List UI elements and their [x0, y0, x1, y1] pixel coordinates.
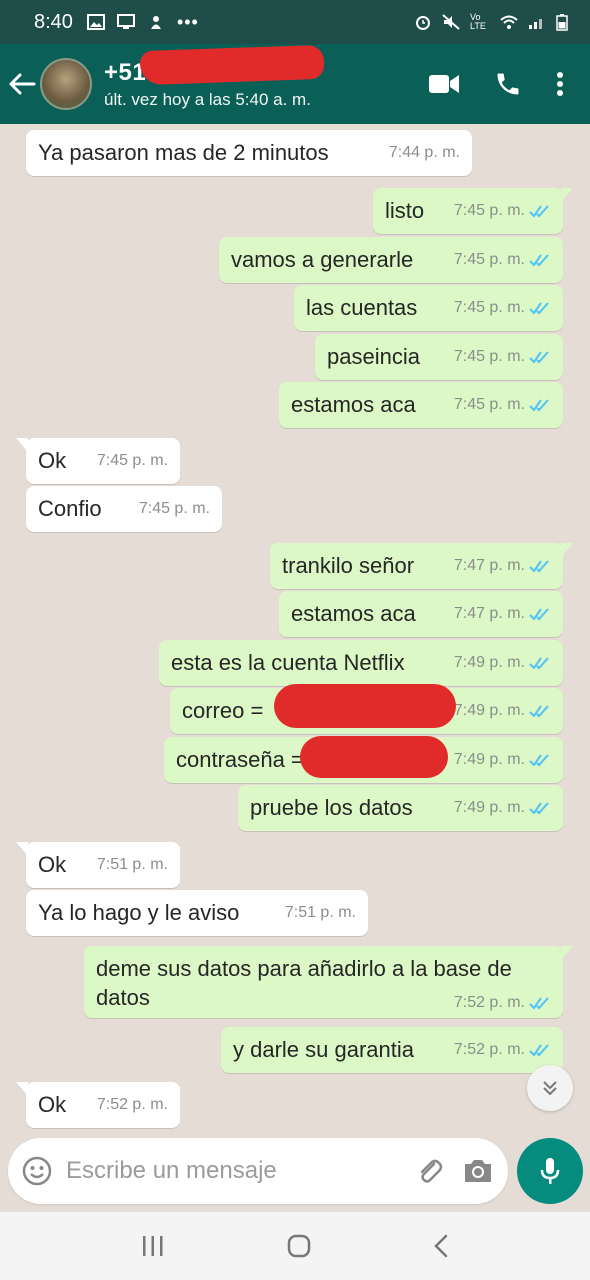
message-bubble-out[interactable]: esta es la cuenta Netflix 7:49 p. m.	[159, 640, 563, 686]
double-check-icon	[529, 705, 549, 718]
camera-button[interactable]	[462, 1157, 494, 1185]
message-bubble-out[interactable]: pruebe los datos 7:49 p. m.	[238, 785, 563, 831]
double-check-icon	[529, 205, 549, 218]
scroll-to-bottom-button[interactable]	[527, 1065, 573, 1111]
alarm-icon	[416, 16, 430, 30]
message-bubble-in[interactable]: Confio 7:45 p. m.	[26, 486, 222, 532]
message-bubble-out[interactable]: las cuentas 7:45 p. m.	[294, 285, 563, 331]
attach-button[interactable]	[414, 1156, 444, 1186]
double-check-icon	[529, 560, 549, 573]
redaction-mark	[300, 736, 448, 778]
message-bubble-out[interactable]: estamos aca 7:45 p. m.	[279, 382, 563, 428]
clock: 8:40	[34, 10, 73, 33]
battery-icon	[556, 14, 568, 31]
status-bar: 8:40 ••• Vo LTE	[0, 0, 590, 44]
double-check-icon	[529, 302, 549, 315]
signal-icon	[529, 19, 542, 29]
message-bubble-in[interactable]: Ya lo hago y le aviso 7:51 p. m.	[26, 890, 368, 936]
chevron-double-down-icon	[543, 1081, 557, 1096]
message-bubble-in[interactable]: Ya pasaron mas de 2 minutos 7:44 p. m.	[26, 130, 472, 176]
back-nav-icon[interactable]	[433, 1234, 449, 1258]
message-bubble-in[interactable]: Ok 7:51 p. m.	[16, 842, 180, 888]
avatar[interactable]	[40, 58, 92, 110]
message-bubble-out[interactable]: estamos aca 7:47 p. m.	[279, 591, 563, 637]
emoji-icon[interactable]	[22, 1156, 52, 1186]
message-bubble-out[interactable]: y darle su garantia 7:52 p. m.	[221, 1027, 563, 1073]
message-bubble-in[interactable]: Ok 7:52 p. m.	[16, 1082, 180, 1128]
app-icon	[150, 16, 161, 29]
image-icon	[86, 14, 105, 30]
double-check-icon	[529, 754, 549, 767]
home-icon[interactable]	[287, 1234, 311, 1258]
message-bubble-out[interactable]: vamos a generarle 7:45 p. m.	[219, 237, 563, 283]
voice-message-button[interactable]	[517, 1138, 583, 1204]
cast-icon	[116, 14, 135, 29]
double-check-icon	[529, 254, 549, 267]
wifi-icon	[500, 15, 518, 29]
system-navigation-bar	[0, 1212, 590, 1280]
last-seen: últ. vez hoy a las 5:40 a. m.	[104, 89, 311, 109]
redaction-mark	[139, 44, 325, 86]
double-check-icon	[529, 802, 549, 815]
arrow-left-icon	[9, 73, 36, 95]
phone-call-icon[interactable]	[494, 70, 522, 98]
recent-apps-icon[interactable]	[141, 1235, 165, 1257]
message-bubble-out[interactable]: listo 7:45 p. m.	[373, 188, 573, 234]
double-check-icon	[529, 997, 549, 1010]
video-call-icon[interactable]	[428, 73, 460, 95]
message-bubble-in[interactable]: Ok 7:45 p. m.	[16, 438, 180, 484]
message-bubble-out[interactable]: deme sus datos para añadirlo a la base d…	[84, 946, 573, 1018]
message-list[interactable]: Ya pasaron mas de 2 minutos 7:44 p. m. l…	[0, 124, 590, 1134]
double-check-icon	[529, 657, 549, 670]
message-composer: Escribe un mensaje	[8, 1138, 508, 1204]
double-check-icon	[529, 351, 549, 364]
paperclip-icon	[420, 1159, 443, 1183]
message-bubble-out[interactable]: paseincia 7:45 p. m.	[315, 334, 563, 380]
volte-icon: Vo LTE	[470, 12, 486, 31]
camera-icon	[465, 1160, 491, 1182]
more-icon: •••	[176, 11, 199, 32]
message-time: 7:44 p. m.	[388, 144, 460, 161]
message-bubble-out[interactable]: trankilo señor 7:47 p. m.	[270, 543, 573, 589]
double-check-icon	[529, 399, 549, 412]
back-button[interactable]	[0, 44, 44, 124]
message-input[interactable]: Escribe un mensaje	[66, 1157, 396, 1185]
redaction-mark	[274, 684, 456, 728]
double-check-icon	[529, 608, 549, 621]
more-vert-icon[interactable]	[556, 71, 564, 97]
mute-icon	[442, 14, 460, 30]
microphone-icon	[540, 1158, 560, 1184]
double-check-icon	[529, 1044, 549, 1057]
